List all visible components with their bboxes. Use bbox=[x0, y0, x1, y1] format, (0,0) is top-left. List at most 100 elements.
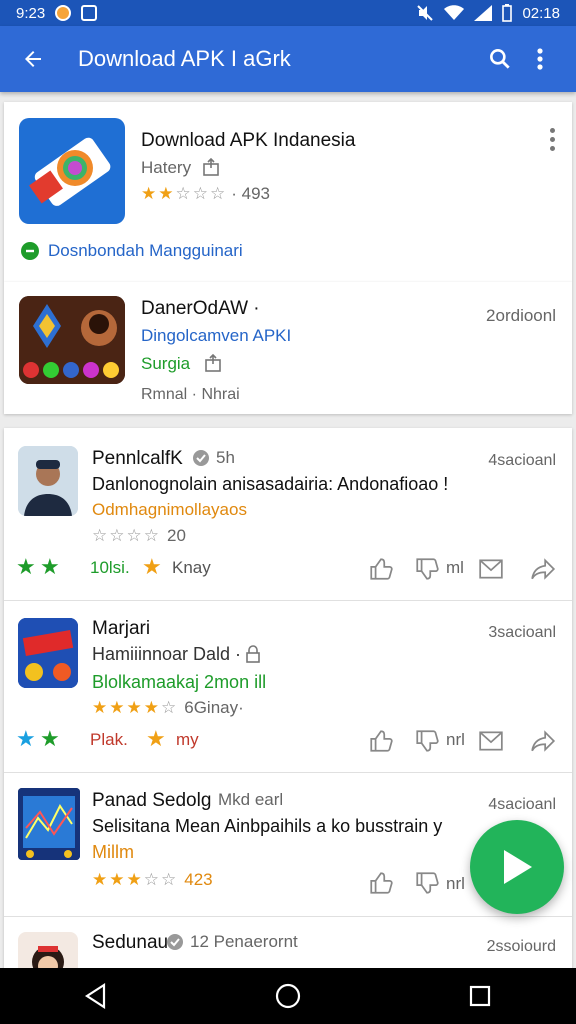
post-time: Mkd earl bbox=[218, 790, 284, 809]
star-outline-icon: ☆ bbox=[143, 526, 159, 545]
post-action-label: Plak. bbox=[90, 730, 128, 749]
nav-back-button[interactable] bbox=[71, 971, 121, 1021]
play-icon bbox=[504, 850, 532, 884]
promo-app-genre: Surgia bbox=[141, 354, 191, 373]
signal-icon bbox=[474, 5, 493, 21]
share-button[interactable] bbox=[530, 556, 556, 582]
post-rating-count: 423 bbox=[184, 870, 213, 889]
post-rating: ★ ★ ★ ★ ☆ 6Ginay· bbox=[92, 698, 244, 718]
back-button[interactable] bbox=[16, 42, 50, 76]
post-headline: Hamiiinnoar Dald · bbox=[92, 644, 242, 664]
post-action-short: ml bbox=[446, 558, 464, 577]
promo-app-subtitle: Dingolcamven APKI bbox=[141, 326, 292, 345]
post-tag: Odmhagnimollayaos bbox=[92, 500, 247, 519]
dislike-button[interactable] bbox=[414, 556, 440, 582]
search-button[interactable] bbox=[480, 39, 520, 79]
post-avatar bbox=[18, 618, 78, 688]
nav-home-button[interactable] bbox=[263, 971, 313, 1021]
promo-app-card[interactable]: DanerOdAW · Dingolcamven APKI Surgia Rmn… bbox=[4, 282, 572, 414]
post-divider bbox=[4, 772, 572, 773]
post-avatar bbox=[18, 932, 78, 968]
featured-app-icon bbox=[19, 118, 125, 224]
star-outline-icon: ☆ bbox=[126, 526, 142, 545]
notification-gallery-icon bbox=[81, 5, 98, 21]
share-icon bbox=[205, 354, 221, 372]
verified-badge-icon bbox=[193, 450, 209, 466]
star-icon: ★ bbox=[158, 184, 174, 203]
post-headline: Selisitana Mean Ainbpaihils a ko busstra… bbox=[92, 816, 443, 836]
post-rating: ★ ★ ★ ☆ ☆ 423 bbox=[92, 870, 213, 890]
dislike-button[interactable] bbox=[414, 728, 440, 754]
post-rating-count: 20 bbox=[167, 526, 186, 545]
verified-icon bbox=[21, 242, 39, 260]
promo-app-meta: Rmnal · Nhrai bbox=[141, 386, 240, 403]
blue-star-icon: ★ bbox=[16, 726, 36, 751]
verified-badge-icon bbox=[167, 934, 183, 950]
post-author: Panad Sedolg bbox=[92, 790, 212, 811]
star-outline-icon: ☆ bbox=[210, 184, 226, 203]
star-outline-icon: ☆ bbox=[109, 526, 125, 545]
post-action-short: nrl bbox=[446, 874, 465, 893]
post-headline: Danlonognolain anisasadairia: Andonafioa… bbox=[92, 474, 449, 494]
featured-app-name: Download APK Indanesia bbox=[141, 130, 356, 151]
dislike-button[interactable] bbox=[414, 870, 440, 896]
app-bar: Download APK I aGrk bbox=[0, 26, 576, 92]
post-time: 5h bbox=[216, 448, 235, 467]
search-icon bbox=[490, 49, 510, 69]
status-bar: 9:23 02:18 bbox=[0, 0, 576, 26]
post-rating-count: 6Ginay· bbox=[184, 698, 244, 717]
post-actions: ★ ★ 10lsi. ★ Knay ml bbox=[4, 552, 572, 588]
post-action-label: 10lsi. bbox=[90, 558, 130, 577]
post-tag: Millm bbox=[92, 842, 134, 862]
star-icon: ★ bbox=[141, 184, 157, 203]
notification-app-icon bbox=[55, 5, 72, 21]
star-outline-icon: ☆ bbox=[175, 184, 191, 203]
post-divider bbox=[4, 600, 572, 601]
star-icon: ★ bbox=[109, 870, 125, 889]
promo-install-link[interactable]: 2ordioonl bbox=[486, 306, 556, 326]
featured-app-category: Hatery bbox=[141, 158, 192, 177]
promo-app-icon bbox=[19, 296, 125, 384]
system-nav-bar bbox=[0, 968, 576, 1024]
featured-app-card[interactable]: Download APK Indanesia Hatery ★ ★ ☆ ☆ ☆ … bbox=[4, 102, 572, 282]
star-icon: ★ bbox=[109, 698, 125, 717]
green-star-icon: ★ bbox=[16, 554, 36, 579]
play-fab-button[interactable] bbox=[470, 820, 564, 914]
mute-icon bbox=[417, 5, 434, 21]
share-button[interactable] bbox=[530, 728, 556, 754]
post-tag: Blolkamaakaj 2mon ill bbox=[92, 672, 267, 692]
star-icon: ★ bbox=[142, 554, 162, 579]
star-icon: ★ bbox=[143, 698, 159, 717]
star-icon: ★ bbox=[92, 870, 108, 889]
like-button[interactable] bbox=[368, 556, 394, 582]
featured-menu-button[interactable] bbox=[548, 128, 556, 155]
post-avatar bbox=[18, 788, 80, 860]
overflow-menu-button[interactable] bbox=[520, 39, 560, 79]
star-icon: ★ bbox=[92, 698, 108, 717]
star-outline-icon: ☆ bbox=[192, 184, 208, 203]
post-time: 12 Penaerornt bbox=[190, 932, 298, 951]
featured-footer-link[interactable]: Dosnbondah Mangguinari bbox=[48, 241, 243, 261]
triangle-back-icon bbox=[84, 983, 106, 1009]
green-star-icon: ★ bbox=[40, 726, 60, 751]
lock-icon bbox=[246, 645, 260, 663]
post-avatar bbox=[18, 446, 78, 516]
like-button[interactable] bbox=[368, 728, 394, 754]
post-action-label-2: my bbox=[176, 730, 199, 749]
status-time-right: 02:18 bbox=[522, 4, 560, 22]
post-action-short: nrl bbox=[446, 730, 465, 749]
post-author: Marjari bbox=[92, 618, 151, 639]
like-button[interactable] bbox=[368, 870, 394, 896]
message-button[interactable] bbox=[478, 728, 504, 754]
featured-rating-count: · 493 bbox=[231, 184, 270, 203]
post-actions: ★ ★ Plak. ★ my nrl bbox=[4, 724, 572, 760]
wifi-icon bbox=[444, 5, 465, 20]
message-button[interactable] bbox=[478, 556, 504, 582]
nav-recents-button[interactable] bbox=[455, 971, 505, 1021]
share-icon bbox=[203, 158, 219, 176]
square-recents-icon bbox=[469, 985, 491, 1007]
post-action-label-2: Knay bbox=[172, 558, 211, 577]
status-time-left: 9:23 bbox=[16, 4, 46, 22]
star-icon: ★ bbox=[126, 870, 142, 889]
featured-rating: ★ ★ ☆ ☆ ☆ · 493 bbox=[141, 184, 270, 204]
